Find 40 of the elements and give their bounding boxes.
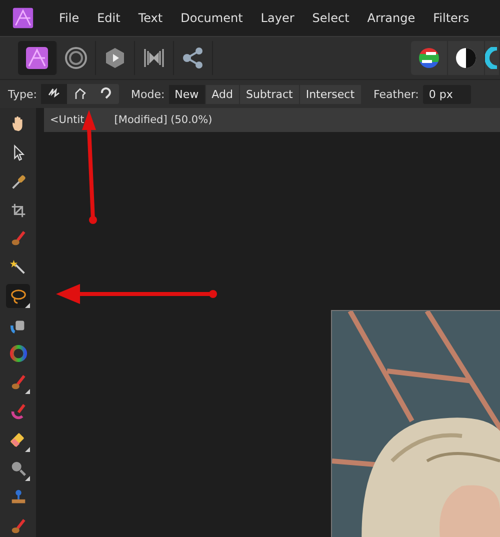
app-logo[interactable] bbox=[12, 7, 34, 29]
menu-item[interactable]: Text bbox=[129, 11, 172, 25]
menu-item[interactable]: Document bbox=[172, 11, 252, 25]
mode-button[interactable]: Intersect bbox=[300, 84, 362, 104]
flyout-corner-icon bbox=[25, 389, 30, 394]
menu-item[interactable]: Layer bbox=[252, 11, 304, 25]
polygon-icon bbox=[72, 87, 87, 101]
mode-label: Mode: bbox=[130, 88, 165, 100]
persona-button[interactable] bbox=[18, 41, 57, 75]
document-tab[interactable]: <Untit [Modified] (50.0%) bbox=[44, 108, 500, 132]
develop-icon bbox=[103, 46, 127, 70]
magnetic-lasso-icon bbox=[98, 87, 113, 101]
color-balance-icon[interactable] bbox=[418, 47, 440, 69]
share-icon bbox=[181, 46, 205, 70]
menu-item[interactable]: Edit bbox=[88, 11, 130, 25]
menu-item[interactable]: Select bbox=[303, 11, 358, 25]
flyout-corner-icon bbox=[25, 476, 30, 481]
contrast-icon[interactable] bbox=[455, 47, 477, 69]
document-title: [Modified] (50.0%) bbox=[114, 114, 212, 126]
rings-icon bbox=[64, 46, 88, 70]
tone-mapping-icon bbox=[142, 46, 166, 70]
color-wheel-icon bbox=[8, 344, 28, 364]
mode-button[interactable]: Add bbox=[206, 84, 240, 104]
type-label: Type: bbox=[8, 88, 37, 100]
lasso-icon bbox=[8, 286, 28, 306]
menu-item[interactable]: File bbox=[50, 11, 88, 25]
feather-label: Feather: bbox=[374, 88, 419, 100]
lasso-type-button[interactable] bbox=[40, 84, 67, 104]
flyout-corner-icon bbox=[25, 446, 30, 452]
feather-field[interactable]: 0 px bbox=[422, 84, 471, 104]
replace-brush-icon bbox=[8, 402, 28, 421]
hue-icon[interactable] bbox=[485, 47, 497, 69]
tool-button[interactable] bbox=[6, 284, 30, 308]
menu-item[interactable]: Filters bbox=[424, 11, 478, 25]
mode-button[interactable]: Subtract bbox=[240, 84, 300, 104]
mode-button[interactable]: New bbox=[168, 84, 206, 104]
menu-item[interactable]: Arrange bbox=[358, 11, 424, 25]
photo-persona-icon bbox=[25, 46, 49, 70]
document-title: <Untit bbox=[50, 114, 84, 126]
flyout-corner-icon bbox=[25, 303, 30, 308]
